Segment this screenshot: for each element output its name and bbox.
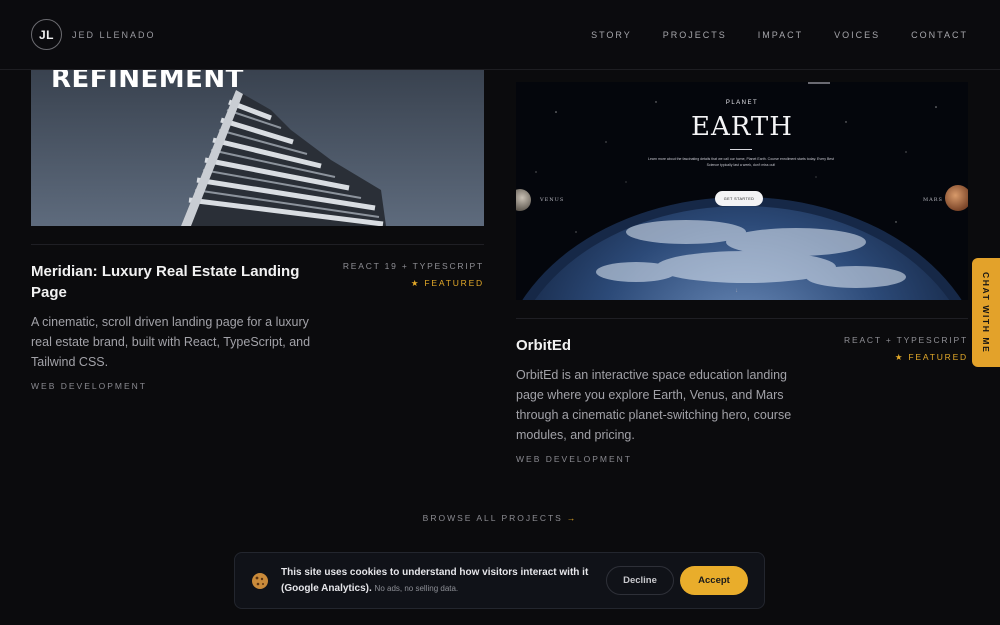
hero-subtitle: PLANET [725, 100, 759, 106]
hero-planet-name: EARTH [691, 112, 793, 142]
thumbnail-heading: REFINEMENT [51, 70, 244, 94]
card-info: OrbitEd OrbitEd is an interactive space … [516, 335, 816, 464]
mars-label: MARS [923, 197, 943, 203]
cookie-note: No ads, no selling data. [374, 583, 459, 593]
project-category: WEB DEVELOPMENT [516, 454, 632, 464]
card-meta: REACT 19 + TYPESCRIPT ★ FEATURED [343, 261, 484, 391]
nav-story[interactable]: STORY [591, 30, 632, 40]
logo-badge[interactable]: JL [31, 19, 62, 50]
get-started-button: GET STARTED [715, 191, 763, 206]
nav-impact[interactable]: IMPACT [758, 30, 803, 40]
project-card-meridian[interactable]: REFINEMENT Meridian: Luxury Real Estate … [31, 70, 484, 391]
cookie-banner: This site uses cookies to understand how… [234, 552, 765, 609]
venus-label: VENUS [540, 197, 565, 203]
scroll-down-icon: ↓ [735, 288, 738, 294]
nav-voices[interactable]: VOICES [834, 30, 880, 40]
cookie-message: This site uses cookies to understand how… [281, 565, 594, 597]
project-description: A cinematic, scroll driven landing page … [31, 315, 311, 369]
brand[interactable]: JL JED LLENADO [31, 19, 156, 50]
project-thumbnail-orbited[interactable]: PLANET EARTH Learn more about the fascin… [516, 82, 968, 300]
project-tech-stack: REACT 19 + TYPESCRIPT [342, 261, 484, 271]
project-card-orbited[interactable]: PLANET EARTH Learn more about the fascin… [516, 82, 968, 464]
project-thumbnail-meridian[interactable]: REFINEMENT [31, 70, 484, 226]
hero-blurb: Learn more about the fascinating details… [648, 157, 834, 167]
project-tech-stack: REACT + TYPESCRIPT [844, 335, 968, 345]
hero-underline [730, 149, 752, 150]
card-info: Meridian: Luxury Real Estate Landing Pag… [31, 261, 331, 391]
card-body: OrbitEd OrbitEd is an interactive space … [516, 319, 968, 464]
project-description: OrbitEd is an interactive space educatio… [516, 368, 792, 442]
decline-button[interactable]: Decline [606, 566, 674, 595]
brand-name[interactable]: JED LLENADO [72, 30, 156, 40]
card-body: Meridian: Luxury Real Estate Landing Pag… [31, 245, 484, 391]
chat-with-me-button[interactable]: CHAT WITH ME [972, 258, 1000, 367]
browse-all-projects-link[interactable]: BROWSE ALL PROJECTS → [0, 513, 1000, 523]
nav-contact[interactable]: CONTACT [911, 30, 968, 40]
project-title[interactable]: OrbitEd [516, 335, 806, 356]
slide-indicator [808, 82, 830, 84]
nav-projects[interactable]: PROJECTS [663, 30, 727, 40]
browse-label[interactable]: BROWSE ALL PROJECTS [423, 513, 563, 523]
project-category: WEB DEVELOPMENT [31, 381, 147, 391]
chat-label[interactable]: CHAT WITH ME [981, 272, 991, 353]
main-nav: STORY PROJECTS IMPACT VOICES CONTACT [591, 30, 968, 40]
accept-button[interactable]: Accept [680, 566, 748, 595]
arrow-right-icon: → [566, 513, 578, 523]
site-header: JL JED LLENADO STORY PROJECTS IMPACT VOI… [0, 0, 1000, 70]
cookie-icon [252, 572, 268, 589]
card-meta: REACT + TYPESCRIPT ★ FEATURED [844, 335, 968, 464]
featured-badge: ★ FEATURED [894, 352, 968, 362]
project-title[interactable]: Meridian: Luxury Real Estate Landing Pag… [31, 261, 321, 303]
featured-badge: ★ FEATURED [410, 278, 484, 288]
